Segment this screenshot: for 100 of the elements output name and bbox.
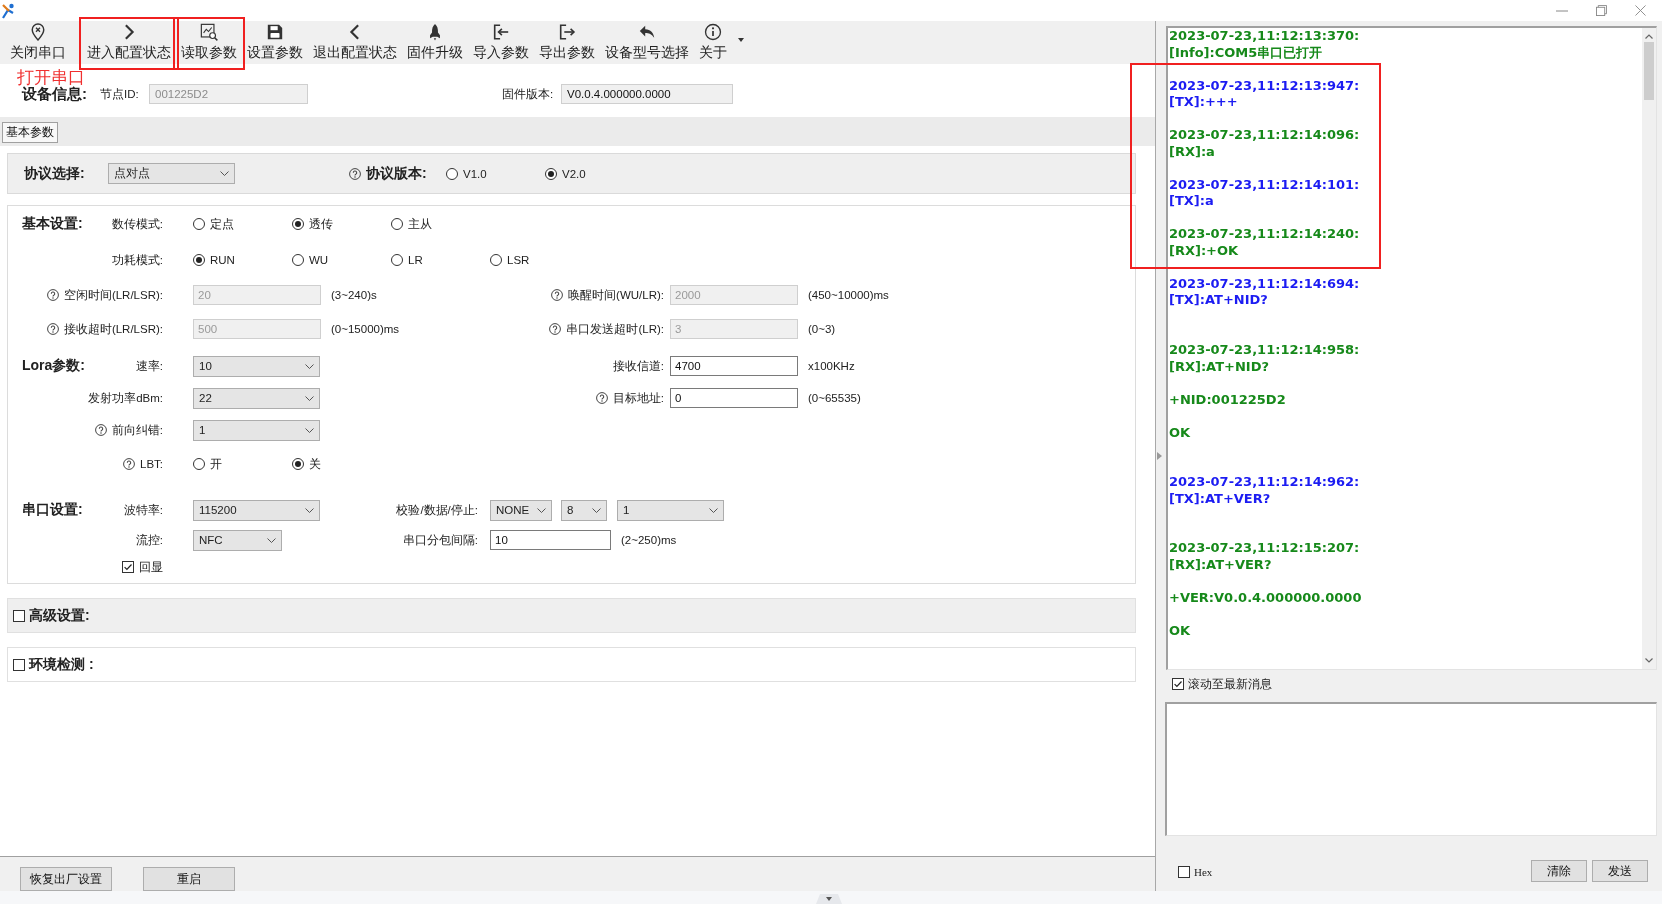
option-label: 开 [210, 456, 222, 472]
log-timestamp: 2023-07-23,11:12:14:958: [1169, 342, 1361, 359]
radio-button[interactable] [193, 254, 205, 266]
option-label: LSR [507, 254, 530, 266]
field-label: 发射功率dBm: [88, 390, 163, 406]
field-label: 唤醒时间(WU/LR): [568, 287, 664, 303]
action-button[interactable]: 恢复出厂设置 [20, 867, 112, 891]
caret-down-icon [220, 171, 229, 176]
checkbox[interactable] [13, 658, 25, 671]
save-icon [266, 23, 284, 41]
toolbar-button[interactable]: 进入配置状态 [82, 21, 176, 64]
toolbar-button[interactable]: 设备型号选择 [600, 21, 694, 64]
toolbar-button[interactable]: 退出配置状态 [308, 21, 402, 64]
checkbox[interactable] [122, 561, 134, 573]
sign-in-icon [492, 23, 510, 41]
log-line: [RX]:AT+VER? [1169, 556, 1273, 574]
unit-label: (3~240)s [331, 289, 377, 301]
unit-label: (2~250)ms [621, 534, 677, 546]
toolbar-button[interactable]: 关于 [694, 21, 732, 64]
help-icon[interactable] [94, 424, 107, 436]
text-field[interactable]: 10 [490, 530, 611, 550]
annotation-note: 打开串口 [17, 68, 85, 87]
field-label: 固件版本: [502, 86, 555, 102]
scrollbar-track[interactable] [1642, 28, 1656, 669]
section-title: 基本设置: [22, 215, 84, 233]
text-field[interactable]: 4700 [670, 356, 798, 376]
radio-button[interactable] [292, 218, 304, 230]
option-label: WU [309, 254, 329, 266]
radio-button[interactable] [545, 167, 557, 180]
toolbar-button[interactable]: 读取参数 [176, 21, 242, 64]
log-line: [TX]:+++ [1169, 94, 1239, 111]
log-timestamp: 2023-07-23,11:12:14:962: [1169, 474, 1361, 491]
action-button[interactable]: 发送 [1592, 860, 1648, 882]
log-line: OK [1169, 424, 1192, 442]
dropdown[interactable]: NFC [193, 529, 282, 551]
text-field[interactable]: V0.0.4.000000.0000 [561, 84, 733, 104]
restore-icon[interactable] [1596, 5, 1607, 16]
section-header[interactable]: 高级设置: [7, 598, 1136, 633]
caret-down-icon [267, 537, 276, 543]
unit-label: (0~15000)ms [331, 323, 400, 335]
radio-button[interactable] [446, 167, 458, 180]
section-header[interactable]: 环境检测 : [7, 647, 1136, 682]
caret-down-icon[interactable] [738, 38, 744, 42]
toolbar-button[interactable]: 关闭串口 [5, 21, 71, 64]
dropdown[interactable]: NONE [490, 499, 552, 521]
field-label: 波特率: [123, 502, 163, 518]
pin-x-icon [29, 23, 47, 41]
field-label: LBT: [140, 458, 163, 470]
scroll-down-icon[interactable] [1645, 658, 1653, 663]
dropdown[interactable]: 10 [193, 355, 320, 377]
radio-button[interactable] [292, 458, 304, 470]
dropdown[interactable]: 1 [193, 419, 320, 441]
toolbar-button[interactable]: 设置参数 [242, 21, 308, 64]
checkbox[interactable] [13, 609, 25, 622]
tab[interactable]: 基本参数 [2, 122, 58, 143]
action-button[interactable]: 清除 [1531, 860, 1587, 882]
action-button[interactable]: 重启 [143, 867, 235, 891]
log-timestamp: 2023-07-23,11:12:13:947: [1169, 77, 1361, 95]
checkbox[interactable] [1178, 866, 1190, 878]
checkbox[interactable] [1172, 678, 1184, 690]
help-icon[interactable] [349, 167, 361, 180]
radio-button[interactable] [292, 254, 304, 266]
caret-down-icon[interactable] [816, 894, 842, 904]
section-title: 协议版本: [366, 164, 427, 183]
scroll-up-icon[interactable] [1645, 34, 1653, 39]
close-icon[interactable] [1635, 5, 1646, 16]
unit-label: (450~10000)ms [808, 289, 889, 301]
option-label: 主从 [408, 216, 432, 232]
toolbar-button[interactable]: 固件升级 [402, 21, 468, 64]
send-input[interactable] [1165, 702, 1657, 836]
radio-button[interactable] [193, 218, 205, 230]
toolbar-button[interactable]: 导出参数 [534, 21, 600, 64]
text-field[interactable]: 0 [670, 388, 798, 408]
log-line: [Info]:COM5串口已打开 [1169, 44, 1324, 62]
radio-button[interactable] [391, 218, 403, 230]
radio-button[interactable] [391, 254, 403, 266]
dropdown[interactable]: 22 [193, 387, 320, 409]
chart-search-icon [200, 23, 218, 41]
help-icon[interactable] [595, 392, 608, 404]
caret-down-icon [305, 507, 314, 513]
dropdown[interactable]: 点对点 [108, 163, 235, 184]
dropdown[interactable]: 1 [617, 499, 724, 521]
log-line: [RX]:a [1169, 143, 1216, 161]
radio-button[interactable] [193, 458, 205, 470]
checkbox-label: 回显 [139, 559, 163, 575]
toolbar-button[interactable]: 导入参数 [468, 21, 534, 64]
scrollbar-thumb[interactable] [1644, 42, 1654, 100]
section-title: 环境检测 : [29, 655, 94, 674]
option-label: V2.0 [562, 167, 586, 180]
field-label: 前向纠错: [111, 422, 163, 438]
caret-down-icon [537, 507, 546, 513]
caret-down-icon [305, 363, 314, 369]
field-label: 串口分包间隔: [402, 532, 478, 548]
dropdown[interactable]: 8 [561, 499, 607, 521]
info-icon [704, 23, 722, 41]
dropdown[interactable]: 115200 [193, 499, 320, 521]
radio-button[interactable] [490, 254, 502, 266]
section-title: 高级设置: [29, 606, 90, 625]
help-icon[interactable] [123, 458, 135, 470]
caret-down-icon [592, 507, 601, 513]
